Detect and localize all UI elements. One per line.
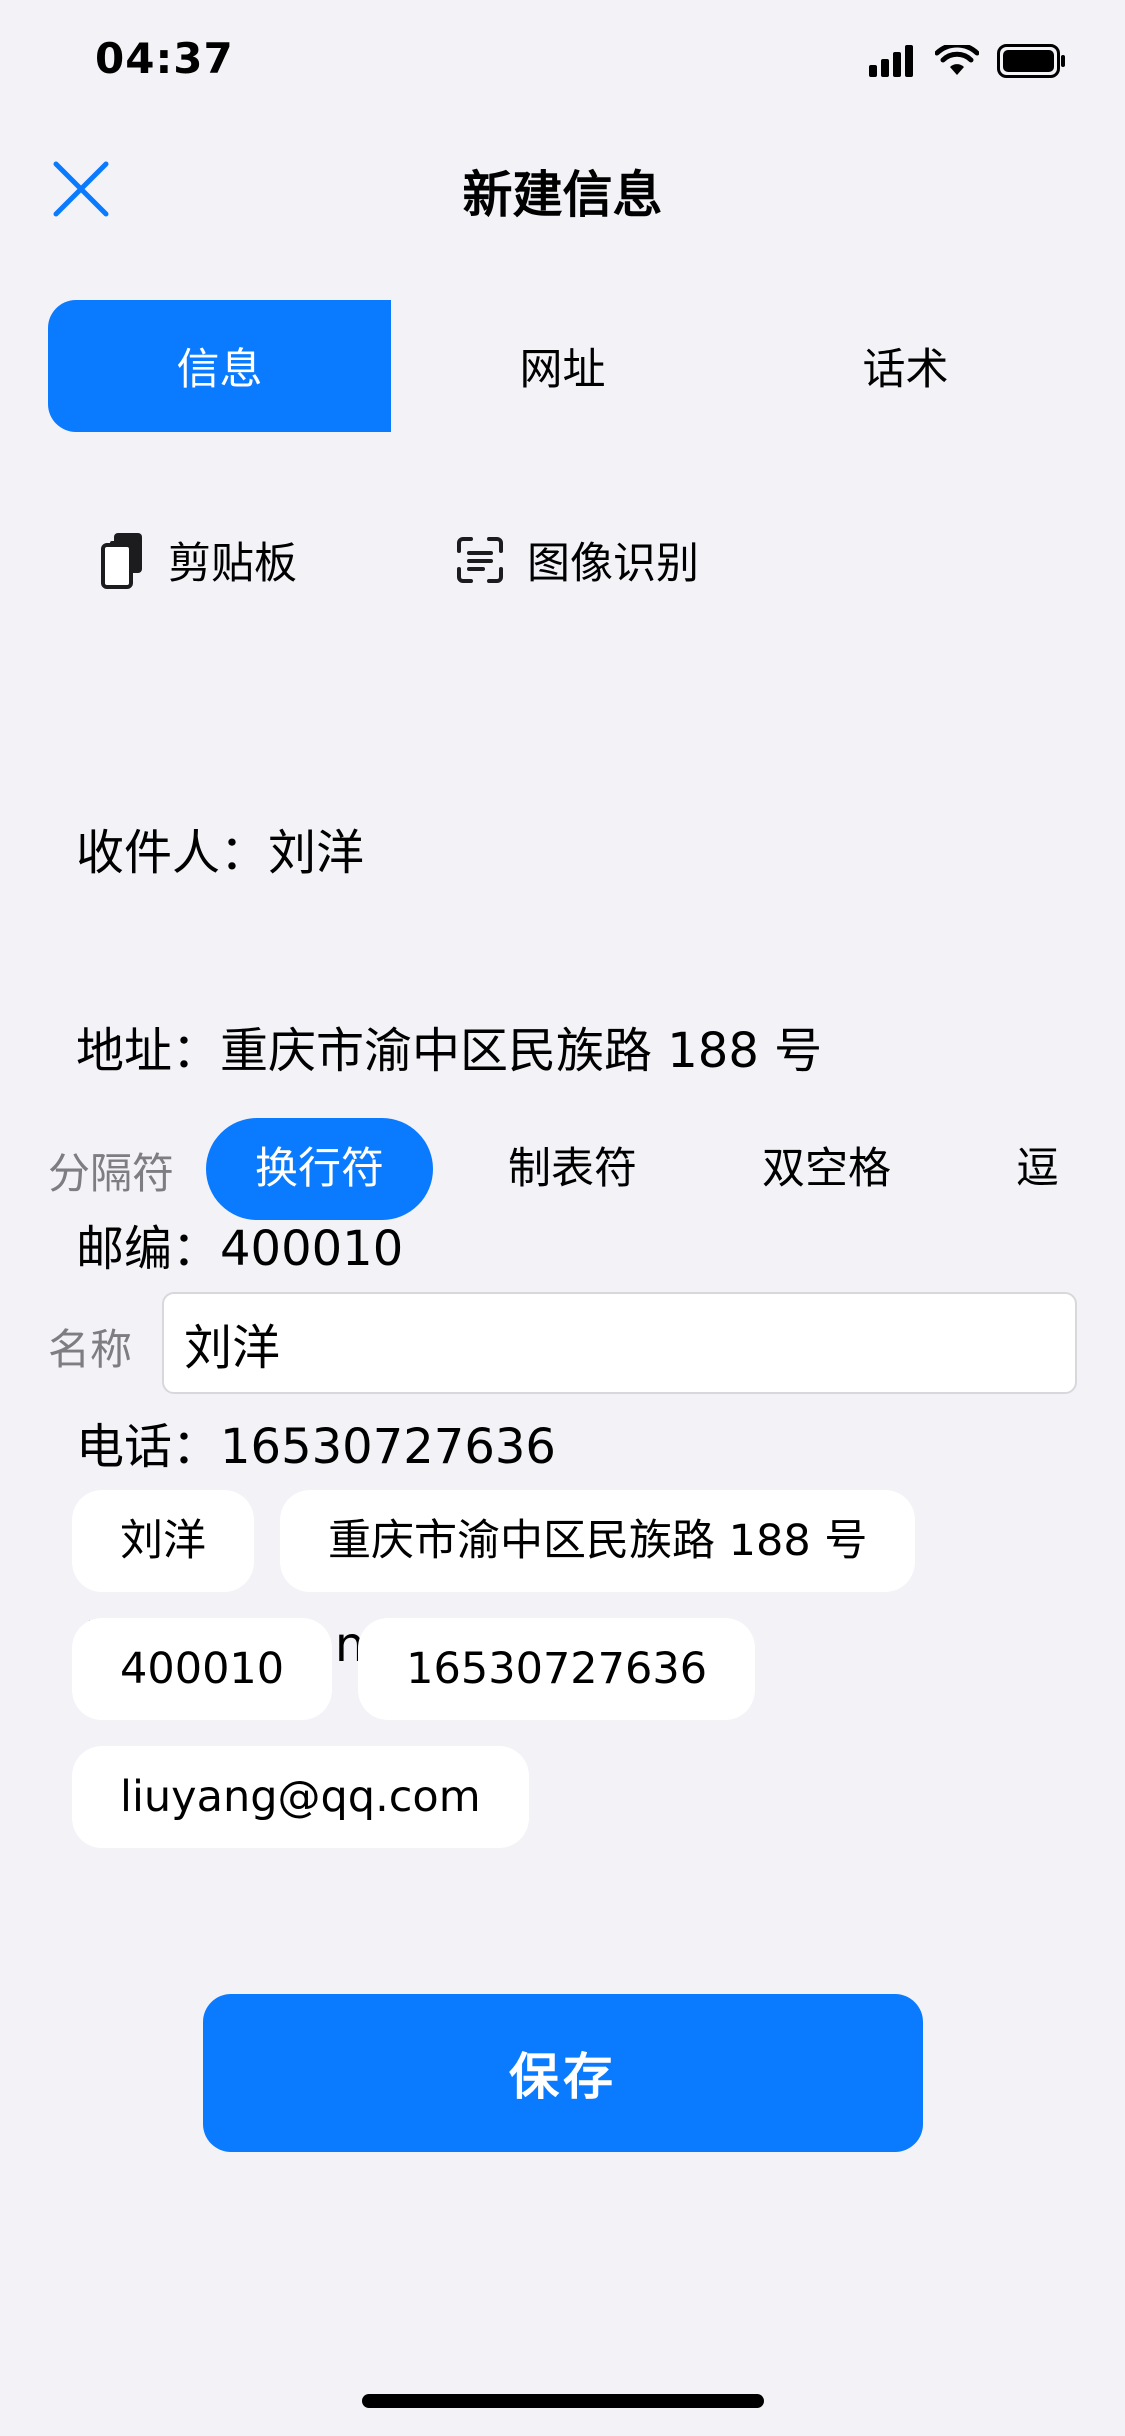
separator-option-tab[interactable]: 制表符 xyxy=(508,1118,637,1220)
separator-option-newline[interactable]: 换行符 xyxy=(206,1118,433,1220)
save-button[interactable]: 保存 xyxy=(203,1994,923,2152)
image-recognition-label: 图像识别 xyxy=(527,539,699,589)
field-chip[interactable]: 刘洋 xyxy=(72,1490,254,1592)
page-title: 新建信息 xyxy=(462,166,663,224)
text-line-phone: 电话：16530727636 xyxy=(76,1419,556,1475)
status-time: 04:37 xyxy=(95,34,234,83)
clipboard-icon xyxy=(101,533,142,589)
clipboard-button[interactable]: 剪贴板 xyxy=(100,525,297,595)
text-line-address: 地址：重庆市渝中区民族路 188 号 xyxy=(76,1023,823,1079)
separator-options[interactable]: 换行符 制表符 双空格 逗号 xyxy=(206,1118,1079,1222)
separator-option-double-space[interactable]: 双空格 xyxy=(762,1118,891,1220)
separator-option-comma[interactable]: 逗号 xyxy=(1016,1118,1079,1220)
tab-script[interactable]: 话术 xyxy=(734,300,1077,432)
image-recognition-button[interactable]: 图像识别 xyxy=(455,525,699,595)
tab-info[interactable]: 信息 xyxy=(48,300,391,432)
name-input[interactable] xyxy=(162,1292,1077,1394)
battery-icon xyxy=(997,44,1065,78)
field-chip[interactable]: 400010 xyxy=(72,1618,333,1720)
tab-url[interactable]: 网址 xyxy=(391,300,734,432)
clipboard-label: 剪贴板 xyxy=(168,539,297,589)
text-line-recipient: 收件人：刘洋 xyxy=(76,825,365,881)
cellular-signal-icon xyxy=(869,45,913,77)
field-chip[interactable]: 重庆市渝中区民族路 188 号 xyxy=(280,1490,916,1592)
field-chip[interactable]: 16530727636 xyxy=(358,1618,756,1720)
home-indicator xyxy=(362,2394,764,2408)
field-chip[interactable]: liuyang@qq.com xyxy=(72,1746,529,1848)
name-label: 名称 xyxy=(48,1325,133,1374)
separator-label: 分隔符 xyxy=(48,1149,175,1198)
text-line-postcode: 邮编：400010 xyxy=(76,1221,404,1277)
text-scan-icon xyxy=(457,537,503,583)
parsed-fields: 刘洋 重庆市渝中区民族路 188 号 400010 16530727636 li… xyxy=(72,1490,1052,1848)
status-icons xyxy=(869,42,1067,80)
wifi-icon xyxy=(935,45,979,75)
segmented-tabs: 信息 网址 话术 xyxy=(48,300,1078,432)
